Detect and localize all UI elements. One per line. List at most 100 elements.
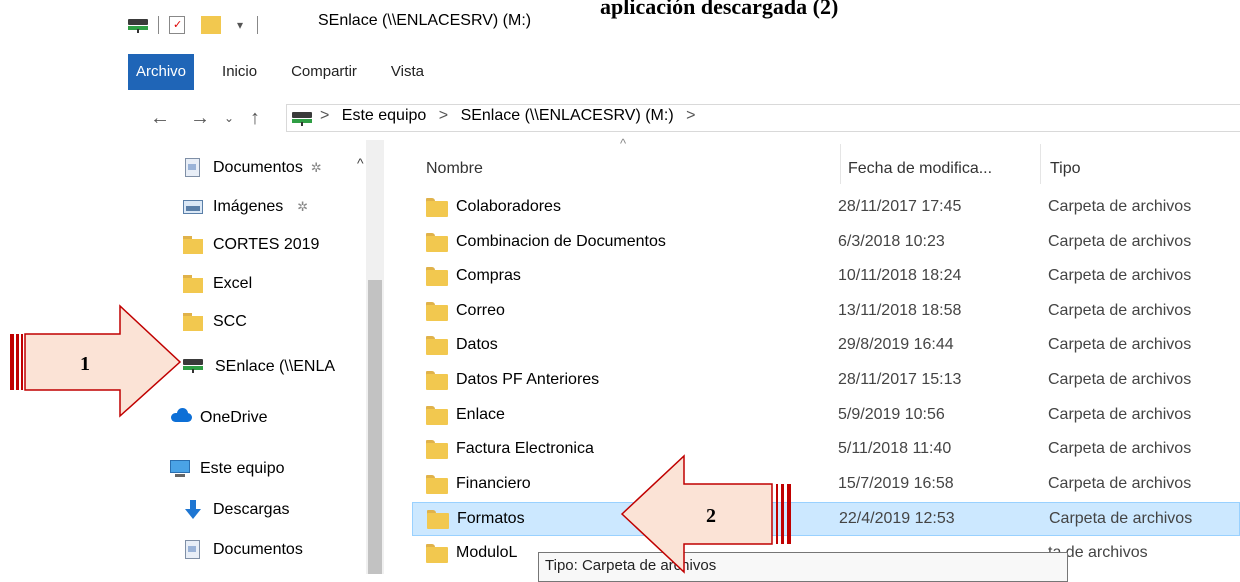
breadcrumb-senlace[interactable]: SEnlace (\\ENLACESRV) (M:) — [461, 107, 674, 124]
nav-item-label: CORTES 2019 — [213, 236, 320, 253]
arrow-2-tail-bar — [776, 484, 778, 544]
folder-icon — [426, 198, 448, 217]
table-row[interactable]: Formatos 22/4/2019 12:53 Carpeta de archiv… — [412, 502, 1240, 536]
tab-compartir[interactable]: Compartir — [277, 54, 371, 90]
breadcrumb: > Este equipo > SEnlace (\\ENLACESRV) (M… — [320, 107, 695, 125]
table-row[interactable]: Datos PF Anteriores 28/11/2017 15:13 Carpe… — [412, 364, 1240, 398]
tab-vista[interactable]: Vista — [377, 54, 438, 90]
column-header-type[interactable]: Tipo — [1050, 160, 1081, 178]
folder-icon — [426, 267, 448, 286]
arrow-1-tail-bar — [16, 334, 19, 390]
table-row[interactable]: Enlace 5/9/2019 10:56 Carpeta de archivos — [412, 399, 1240, 433]
file-type: Carpeta de archivos — [1048, 475, 1192, 492]
nav-item-label: Excel — [213, 275, 253, 292]
arrow-1-tail-bar — [10, 334, 14, 390]
network-drive-icon[interactable] — [128, 17, 148, 33]
back-button[interactable]: ← — [150, 104, 170, 132]
nav-item-imagenes[interactable]: Imágenes ✲ — [183, 194, 308, 220]
file-type: Carpeta de archivos — [1049, 510, 1193, 527]
folder-icon — [426, 544, 448, 563]
table-row[interactable]: Factura Electronica 5/11/2018 11:40 Carpet… — [412, 433, 1240, 467]
folder-icon — [426, 475, 448, 494]
nav-item-documentos-2[interactable]: Documentos — [183, 537, 303, 563]
callout-arrow-1: 1 — [10, 304, 182, 418]
window-title: SEnlace (\\ENLACESRV) (M:) — [318, 12, 532, 29]
file-name: Colaboradores — [456, 198, 561, 215]
file-date: 10/11/2018 18:24 — [838, 267, 962, 284]
file-type: Carpeta de archivos — [1048, 267, 1192, 284]
arrow-2-body — [620, 454, 773, 574]
arrow-1-body — [24, 304, 182, 418]
nav-item-este-equipo[interactable]: Este equipo — [170, 456, 285, 482]
document-caption: aplicación descargada (2) — [600, 0, 839, 19]
folder-icon — [426, 371, 448, 390]
table-row[interactable]: Datos 29/8/2019 16:44 Carpeta de archivos — [412, 329, 1240, 363]
file-name: Compras — [456, 267, 521, 284]
folder-icon — [426, 302, 448, 321]
nav-item-descargas[interactable]: Descargas — [183, 497, 289, 523]
folder-icon — [427, 510, 449, 529]
nav-item-label: Documentos — [213, 159, 303, 176]
file-name: Factura Electronica — [456, 440, 594, 457]
nav-item-label: SEnlace (\\ENLA — [215, 358, 336, 375]
file-date: 22/4/2019 12:53 — [839, 510, 955, 527]
folder-icon — [183, 274, 203, 294]
file-name: Financiero — [456, 475, 531, 492]
tab-inicio[interactable]: Inicio — [208, 54, 271, 90]
this-pc-icon — [170, 459, 190, 479]
file-date: 5/11/2018 11:40 — [838, 440, 952, 457]
arrow-2-tail-bar — [787, 484, 791, 544]
breadcrumb-separator: > — [686, 107, 696, 124]
table-row[interactable]: Compras 10/11/2018 18:24 Carpeta de archiv… — [412, 260, 1240, 294]
file-type: Carpeta de archivos — [1048, 198, 1192, 215]
file-date: 28/11/2017 15:13 — [838, 371, 962, 388]
new-folder-icon[interactable] — [201, 16, 221, 34]
file-type: Carpeta de archivos — [1048, 302, 1192, 319]
breadcrumb-este-equipo[interactable]: Este equipo — [342, 107, 427, 124]
address-drive-icon — [292, 110, 312, 131]
nav-item-excel[interactable]: Excel — [183, 271, 252, 297]
table-row[interactable]: Correo 13/11/2018 18:58 Carpeta de archivo… — [412, 295, 1240, 329]
nav-item-documentos[interactable]: Documentos ✲ — [183, 155, 322, 181]
folder-icon — [426, 233, 448, 252]
table-row[interactable]: Financiero 15/7/2019 16:58 Carpeta de arch… — [412, 468, 1240, 502]
properties-icon[interactable]: ✓ — [169, 16, 185, 34]
nav-item-label: Este equipo — [200, 460, 285, 477]
callout-number-2: 2 — [706, 505, 716, 527]
file-name: Combinacion de Documentos — [456, 233, 666, 250]
title-divider — [257, 16, 259, 34]
file-date: 6/3/2018 10:23 — [838, 233, 945, 250]
folder-icon — [426, 336, 448, 355]
nav-item-label: Imágenes — [213, 198, 284, 215]
column-divider[interactable] — [1040, 144, 1041, 184]
arrow-2-tail-bar — [781, 484, 784, 544]
folder-icon — [426, 406, 448, 425]
file-name: Datos PF Anteriores — [456, 371, 600, 388]
nav-item-cortes-2019[interactable]: CORTES 2019 — [183, 232, 319, 258]
callout-arrow-2: 2 — [620, 454, 791, 574]
recent-locations-dropdown[interactable]: ⌄ — [224, 104, 234, 132]
up-button[interactable]: ↑ — [250, 104, 260, 132]
file-date: 28/11/2017 17:45 — [838, 198, 962, 215]
toolbar-divider — [158, 16, 159, 34]
breadcrumb-separator: > — [320, 107, 330, 124]
nav-scrollbar-thumb[interactable] — [368, 280, 382, 574]
tab-archivo[interactable]: Archivo — [128, 54, 195, 90]
customize-toolbar-dropdown[interactable]: ▾ — [237, 18, 243, 32]
nav-item-label: OneDrive — [200, 409, 268, 426]
pictures-icon — [183, 197, 203, 217]
folder-icon — [426, 440, 448, 459]
file-name: ModuloL — [456, 544, 518, 561]
forward-button[interactable]: → — [190, 104, 210, 132]
nav-scroll-up-icon[interactable]: ^ — [357, 155, 364, 171]
arrow-1-tail-bar — [21, 334, 23, 390]
file-type: Carpeta de archivos — [1048, 371, 1192, 388]
nav-item-senlace[interactable]: SEnlace (\\ENLA — [183, 354, 335, 380]
file-name: Formatos — [457, 510, 525, 527]
column-divider[interactable] — [840, 144, 841, 184]
column-header-name[interactable]: Nombre — [426, 160, 483, 178]
table-row[interactable]: Colaboradores 28/11/2017 17:45 Carpeta de … — [412, 191, 1240, 225]
table-row[interactable]: Combinacion de Documentos 6/3/2018 10:23 C… — [412, 226, 1240, 260]
nav-item-label: Descargas — [213, 501, 290, 518]
column-header-date[interactable]: Fecha de modifica... — [848, 160, 992, 178]
